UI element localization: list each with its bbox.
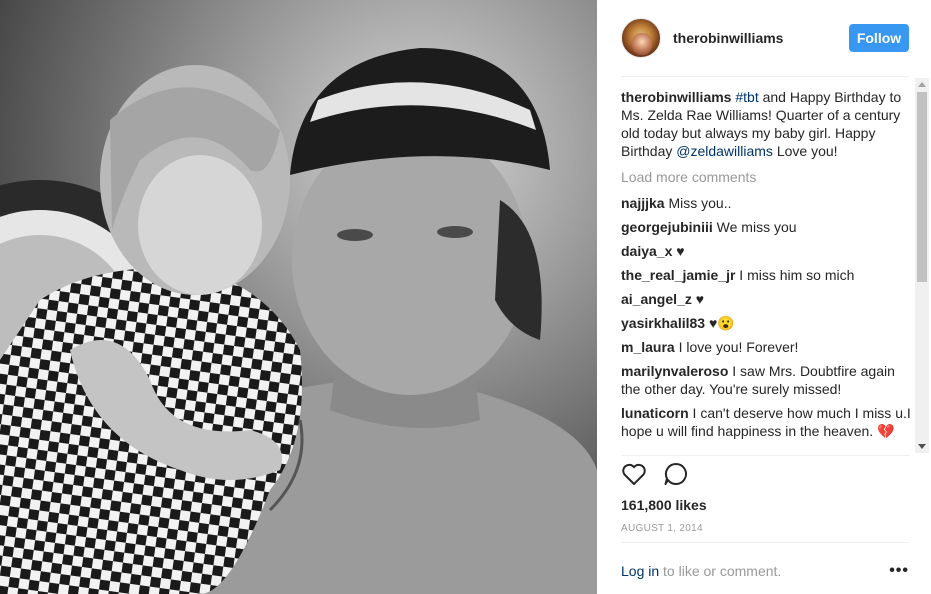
comment-items: najjjka Miss you.. georgejubiniii We miss… (621, 194, 911, 440)
scroll-up-arrow-icon[interactable] (918, 82, 926, 87)
comment-username[interactable]: m_laura (621, 339, 675, 355)
hashtag-link[interactable]: #tbt (735, 89, 758, 105)
scrollbar-thumb[interactable] (917, 92, 927, 282)
comment-item: daiya_x ♥ (621, 242, 911, 260)
comment-text: I miss him so mich (735, 267, 855, 283)
footer-divider (621, 542, 909, 543)
comment-text: ♥ (691, 291, 705, 307)
caption: therobinwilliams #tbt and Happy Birthday… (621, 88, 911, 160)
follow-button[interactable]: Follow (849, 24, 909, 52)
caption-text-end: Love you! (772, 143, 838, 159)
comment-username[interactable]: lunaticorn (621, 405, 689, 421)
likes-count[interactable]: 161,800 likes (621, 497, 707, 513)
comment-item: najjjka Miss you.. (621, 194, 911, 212)
login-prompt-text: to like or comment. (659, 563, 782, 579)
comment-username[interactable]: georgejubiniii (621, 219, 713, 235)
header-divider (621, 76, 909, 77)
comment-username[interactable]: yasirkhalil83 (621, 315, 705, 331)
comment-text: Miss you.. (664, 195, 732, 211)
comments-divider (621, 455, 909, 456)
login-prompt: Log in to like or comment. ••• (621, 562, 909, 580)
post-date: AUGUST 1, 2014 (621, 523, 703, 534)
comment-username[interactable]: najjjka (621, 195, 665, 211)
comment-text: ♥😮 (705, 315, 735, 331)
load-more-comments-button[interactable]: Load more comments (621, 168, 911, 186)
comment-item: lunaticorn I can't deserve how much I mi… (621, 404, 911, 440)
comment-username[interactable]: the_real_jamie_jr (621, 267, 735, 283)
scroll-down-arrow-icon[interactable] (918, 444, 926, 449)
photo-illustration (0, 0, 597, 594)
post-photo[interactable] (0, 0, 597, 594)
comment-item: yasirkhalil83 ♥😮 (621, 314, 911, 332)
post-side-panel: therobinwilliams Follow therobinwilliams… (597, 0, 931, 594)
speech-bubble-icon[interactable] (663, 462, 689, 486)
comment-item: marilynvaleroso I saw Mrs. Doubtfire aga… (621, 362, 911, 398)
comment-username[interactable]: marilynvaleroso (621, 363, 728, 379)
action-bar (621, 462, 689, 486)
comments-scrollbar[interactable] (915, 78, 929, 453)
post-header: therobinwilliams Follow (621, 17, 909, 59)
heart-outline-icon[interactable] (621, 462, 647, 486)
more-options-icon[interactable]: ••• (889, 562, 909, 580)
caption-username[interactable]: therobinwilliams (621, 89, 731, 105)
comments-list: therobinwilliams #tbt and Happy Birthday… (621, 88, 911, 450)
comment-item: m_laura I love you! Forever! (621, 338, 911, 356)
comment-item: ai_angel_z ♥ (621, 290, 911, 308)
comment-username[interactable]: daiya_x (621, 243, 672, 259)
comment-text: We miss you (712, 219, 797, 235)
comment-text: I love you! Forever! (674, 339, 799, 355)
comment-item: georgejubiniii We miss you (621, 218, 911, 236)
comment-text: ♥ (672, 243, 685, 259)
comment-username[interactable]: ai_angel_z (621, 291, 692, 307)
comment-item: the_real_jamie_jr I miss him so mich (621, 266, 911, 284)
header-username[interactable]: therobinwilliams (673, 30, 849, 46)
login-link[interactable]: Log in (621, 563, 659, 579)
avatar[interactable] (621, 18, 661, 58)
mention-link[interactable]: @zeldawilliams (676, 143, 773, 159)
